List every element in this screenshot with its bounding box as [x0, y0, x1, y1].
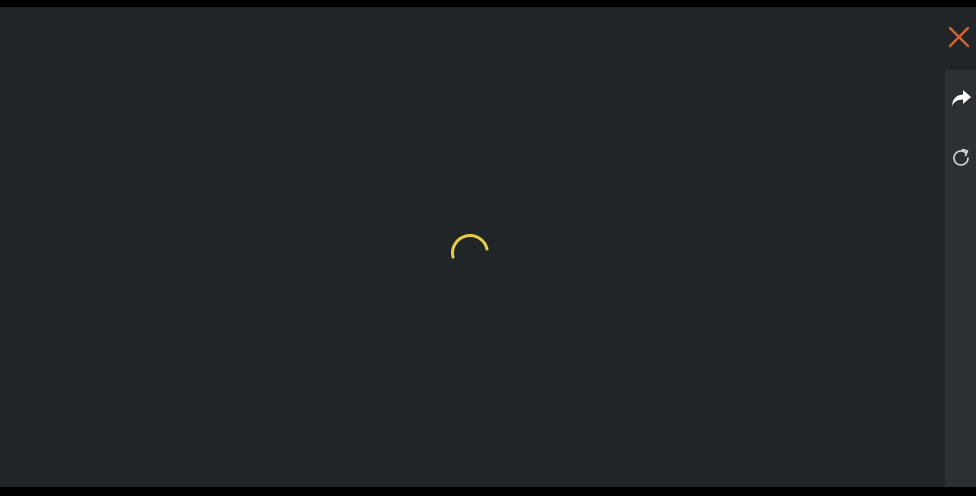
reload-icon: [952, 148, 969, 166]
share-arrow-icon: [951, 89, 971, 106]
close-button[interactable]: [946, 24, 972, 50]
top-letterbox: [0, 0, 976, 7]
loading-spinner-icon: [451, 234, 489, 259]
reload-button[interactable]: [948, 145, 973, 170]
share-button[interactable]: [948, 85, 973, 110]
close-icon: [948, 26, 970, 48]
media-overlay: [0, 7, 976, 494]
side-toolbar: [945, 70, 976, 494]
bottom-letterbox: [0, 487, 976, 496]
